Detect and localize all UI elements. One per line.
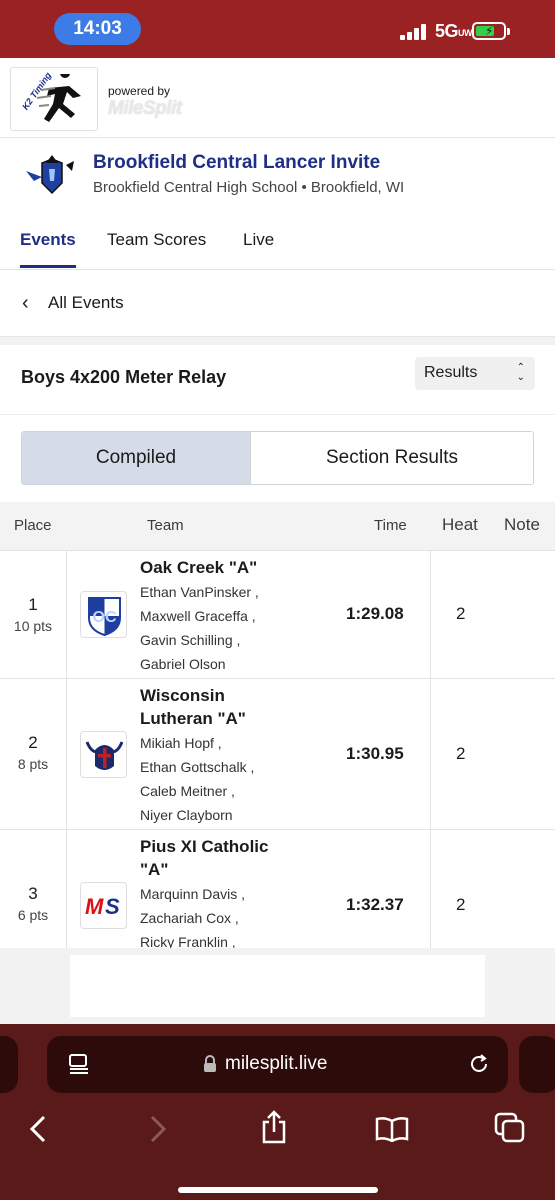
ad-placeholder[interactable] bbox=[70, 955, 485, 1017]
heat-number: 2 bbox=[456, 744, 466, 763]
place-number: 1 bbox=[28, 595, 38, 614]
heat-divider bbox=[430, 830, 431, 948]
result-time: 1:32.37 bbox=[346, 895, 404, 914]
athlete-name: Gavin Schilling , bbox=[140, 632, 241, 648]
team-name[interactable]: Oak Creek "A" bbox=[140, 556, 257, 579]
segment-section-results[interactable]: Section Results bbox=[251, 432, 533, 484]
timing-branding-bar: K2 Timing powered by MileSplit bbox=[0, 58, 555, 138]
athlete-name: Ricky Franklin , bbox=[140, 934, 236, 948]
table-header: Place Team Time Heat Note bbox=[0, 502, 555, 550]
meet-header: Brookfield Central Lancer Invite Brookfi… bbox=[0, 139, 555, 215]
table-row[interactable]: 3 6 pts M S Pius XI Catholic "A" Marquin… bbox=[0, 829, 555, 948]
event-header: Boys 4x200 Meter Relay Results ⌃ ⌄ bbox=[0, 345, 555, 415]
place-number: 2 bbox=[28, 733, 38, 752]
next-tab-pill[interactable] bbox=[519, 1036, 555, 1093]
header-team: Team bbox=[147, 517, 184, 534]
battery-icon: ⚡ bbox=[472, 22, 506, 40]
heat-divider bbox=[430, 679, 431, 829]
browser-toolbar: milesplit.live bbox=[0, 1024, 555, 1200]
meet-title[interactable]: Brookfield Central Lancer Invite bbox=[93, 152, 380, 174]
share-icon[interactable] bbox=[260, 1110, 288, 1144]
heat-number: 2 bbox=[456, 604, 466, 623]
previous-tab-pill[interactable] bbox=[0, 1036, 18, 1093]
powered-by-label: powered by bbox=[108, 84, 171, 98]
meet-location: Brookfield Central High School • Brookfi… bbox=[93, 179, 405, 196]
place-number: 3 bbox=[28, 884, 38, 903]
team-name[interactable]: Wisconsin bbox=[140, 684, 225, 707]
results-segmented-control: Compiled Section Results bbox=[21, 431, 534, 485]
athlete-name: Caleb Meitner , bbox=[140, 783, 235, 799]
results-table: Place Team Time Heat Note 1 10 pts OC Oa… bbox=[0, 502, 555, 948]
status-bar: 14:03 5GUW ⚡ bbox=[0, 0, 555, 58]
tabs-icon[interactable] bbox=[494, 1112, 526, 1144]
team-name-line-2[interactable]: Lutheran "A" bbox=[140, 707, 246, 730]
forward-arrow-icon[interactable] bbox=[148, 1115, 168, 1143]
athlete-name: Niyer Clayborn bbox=[140, 807, 233, 823]
ms-logo-icon: M S bbox=[80, 882, 127, 929]
athlete-name: Ethan VanPinsker , bbox=[140, 584, 259, 600]
heat-divider bbox=[430, 551, 431, 678]
team-name[interactable]: Pius XI Catholic bbox=[140, 835, 268, 858]
athlete-name: Gabriel Olson bbox=[140, 656, 226, 672]
header-note: Note bbox=[504, 515, 540, 534]
bookmarks-icon[interactable] bbox=[375, 1116, 409, 1142]
signal-icon bbox=[400, 24, 426, 40]
result-time: 1:30.95 bbox=[346, 744, 404, 763]
url-text: milesplit.live bbox=[225, 1053, 328, 1074]
svg-text:OC: OC bbox=[93, 609, 117, 626]
team-name-line-2[interactable]: "A" bbox=[140, 858, 168, 881]
milesplit-logo[interactable]: MileSplit bbox=[108, 98, 182, 120]
header-time: Time bbox=[374, 517, 407, 534]
place-cell: 2 8 pts bbox=[0, 679, 67, 829]
ad-area bbox=[0, 948, 555, 1024]
section-divider bbox=[0, 337, 555, 345]
segment-compiled[interactable]: Compiled bbox=[22, 432, 251, 484]
status-time: 14:03 bbox=[54, 13, 141, 45]
place-points: 8 pts bbox=[17, 756, 49, 772]
back-arrow-icon[interactable] bbox=[28, 1115, 48, 1143]
place-points: 10 pts bbox=[13, 618, 53, 634]
oc-shield-icon: OC bbox=[80, 591, 127, 638]
battery-nub bbox=[507, 28, 510, 35]
lancer-logo-icon bbox=[26, 155, 74, 195]
header-place: Place bbox=[14, 517, 52, 534]
place-points: 6 pts bbox=[17, 907, 49, 923]
view-select-value: Results bbox=[424, 364, 478, 381]
table-row[interactable]: 1 10 pts OC Oak Creek "A" Ethan VanPinsk… bbox=[0, 550, 555, 678]
svg-text:S: S bbox=[105, 894, 120, 919]
reload-icon[interactable] bbox=[468, 1053, 490, 1075]
viking-helmet-icon bbox=[80, 731, 127, 778]
address-bar[interactable]: milesplit.live bbox=[47, 1036, 508, 1093]
home-indicator[interactable] bbox=[178, 1187, 378, 1193]
athlete-name: Marquinn Davis , bbox=[140, 886, 246, 902]
place-cell: 1 10 pts bbox=[0, 551, 67, 678]
event-title: Boys 4x200 Meter Relay bbox=[21, 367, 227, 387]
tab-live[interactable]: Live bbox=[243, 230, 274, 250]
result-time: 1:29.08 bbox=[346, 604, 404, 623]
athlete-name: Maxwell Graceffa , bbox=[140, 608, 256, 624]
chevron-left-icon: ‹ bbox=[22, 292, 29, 314]
active-tab-indicator bbox=[20, 265, 76, 268]
athlete-name: Zachariah Cox , bbox=[140, 910, 239, 926]
network-type: 5GUW bbox=[435, 21, 473, 41]
lock-icon bbox=[204, 1055, 216, 1072]
meet-tabs: Events Team Scores Live bbox=[0, 215, 555, 270]
athlete-name: Ethan Gottschalk , bbox=[140, 759, 255, 775]
place-cell: 3 6 pts bbox=[0, 830, 67, 948]
back-to-events-row[interactable]: ‹ All Events bbox=[0, 271, 555, 337]
tab-team-scores[interactable]: Team Scores bbox=[107, 230, 206, 250]
reader-icon[interactable] bbox=[68, 1054, 90, 1074]
chevron-updown-icon: ⌃ ⌄ bbox=[516, 362, 525, 383]
back-link-label: All Events bbox=[48, 293, 124, 312]
table-row[interactable]: 2 8 pts Wisconsin Lutheran "A" Mikiah Ho… bbox=[0, 678, 555, 829]
k2-timing-logo[interactable]: K2 Timing bbox=[10, 67, 98, 131]
svg-text:M: M bbox=[85, 894, 104, 919]
header-heat: Heat bbox=[442, 515, 478, 534]
athlete-name: Mikiah Hopf , bbox=[140, 735, 222, 751]
heat-number: 2 bbox=[456, 895, 466, 914]
tab-events[interactable]: Events bbox=[20, 230, 76, 250]
view-select[interactable]: Results ⌃ ⌄ bbox=[415, 357, 535, 390]
